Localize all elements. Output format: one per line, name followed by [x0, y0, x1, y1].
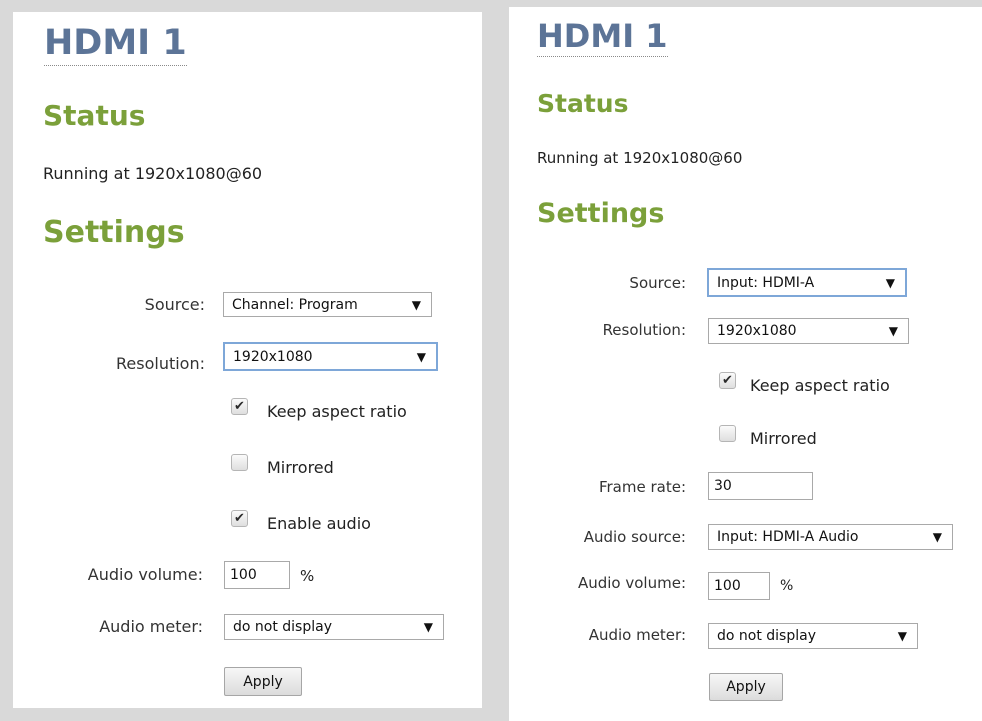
enable-audio-checkbox[interactable]: ✔: [231, 510, 248, 527]
keep-aspect-label: Keep aspect ratio: [750, 376, 890, 395]
apply-button[interactable]: Apply: [709, 673, 783, 701]
right-settings-panel: HDMI 1 Status Running at 1920x1080@60 Se…: [509, 7, 982, 721]
settings-heading: Settings: [43, 215, 185, 250]
triangle-down-icon: ▼: [897, 629, 907, 643]
mirrored-label: Mirrored: [267, 458, 334, 477]
triangle-down-icon: ▼: [932, 530, 942, 544]
check-icon: ✔: [234, 399, 245, 414]
source-select[interactable]: Channel: Program ▼: [223, 292, 432, 317]
enable-audio-label: Enable audio: [267, 514, 371, 533]
mirrored-checkbox[interactable]: [231, 454, 248, 471]
resolution-select-value: 1920x1080: [717, 323, 797, 339]
resolution-label: Resolution:: [116, 354, 205, 373]
left-settings-panel: HDMI 1 Status Running at 1920x1080@60 Se…: [13, 12, 482, 708]
source-select-value: Channel: Program: [232, 296, 358, 313]
triangle-down-icon: ▼: [423, 620, 433, 634]
source-select-value: Input: HDMI-A: [717, 274, 815, 291]
page-title: HDMI 1: [537, 17, 668, 57]
audio-source-select[interactable]: Input: HDMI-A Audio ▼: [708, 524, 953, 550]
audio-volume-input[interactable]: 100: [224, 561, 290, 589]
resolution-label: Resolution:: [602, 321, 686, 339]
source-label: Source:: [629, 274, 686, 292]
frame-rate-input[interactable]: 30: [708, 472, 813, 500]
triangle-down-icon: ▼: [416, 349, 426, 364]
audio-meter-select[interactable]: do not display ▼: [224, 614, 444, 640]
check-icon: ✔: [234, 511, 245, 526]
mirrored-label: Mirrored: [750, 429, 817, 448]
triangle-down-icon: ▼: [411, 297, 421, 312]
frame-rate-label: Frame rate:: [598, 478, 686, 496]
audio-meter-label: Audio meter:: [588, 626, 686, 644]
resolution-select-value: 1920x1080: [233, 348, 313, 365]
percent-unit: %: [300, 567, 315, 585]
keep-aspect-label: Keep aspect ratio: [267, 402, 407, 421]
source-select[interactable]: Input: HDMI-A ▼: [707, 268, 907, 297]
keep-aspect-checkbox[interactable]: ✔: [719, 372, 736, 389]
status-heading: Status: [537, 89, 629, 118]
audio-source-label: Audio source:: [583, 528, 686, 546]
settings-heading: Settings: [537, 198, 665, 229]
audio-volume-input[interactable]: 100: [708, 572, 770, 600]
triangle-down-icon: ▼: [885, 275, 895, 290]
triangle-down-icon: ▼: [888, 324, 898, 338]
mirrored-checkbox[interactable]: [719, 425, 736, 442]
check-icon: ✔: [722, 373, 733, 388]
resolution-select[interactable]: 1920x1080 ▼: [223, 342, 438, 371]
audio-volume-label: Audio volume:: [87, 565, 203, 584]
audio-meter-select-value: do not display: [233, 619, 332, 635]
source-label: Source:: [144, 295, 205, 314]
status-heading: Status: [43, 99, 146, 132]
audio-source-select-value: Input: HDMI-A Audio: [717, 529, 859, 545]
audio-volume-label: Audio volume:: [577, 574, 686, 592]
percent-unit: %: [780, 578, 794, 594]
resolution-select[interactable]: 1920x1080 ▼: [708, 318, 909, 344]
keep-aspect-checkbox[interactable]: ✔: [231, 398, 248, 415]
audio-meter-label: Audio meter:: [99, 617, 203, 636]
audio-meter-select-value: do not display: [717, 628, 816, 644]
status-text: Running at 1920x1080@60: [43, 164, 263, 183]
status-text: Running at 1920x1080@60: [537, 149, 743, 167]
apply-button[interactable]: Apply: [224, 667, 302, 696]
audio-meter-select[interactable]: do not display ▼: [708, 623, 918, 649]
page-title: HDMI 1: [44, 26, 187, 66]
